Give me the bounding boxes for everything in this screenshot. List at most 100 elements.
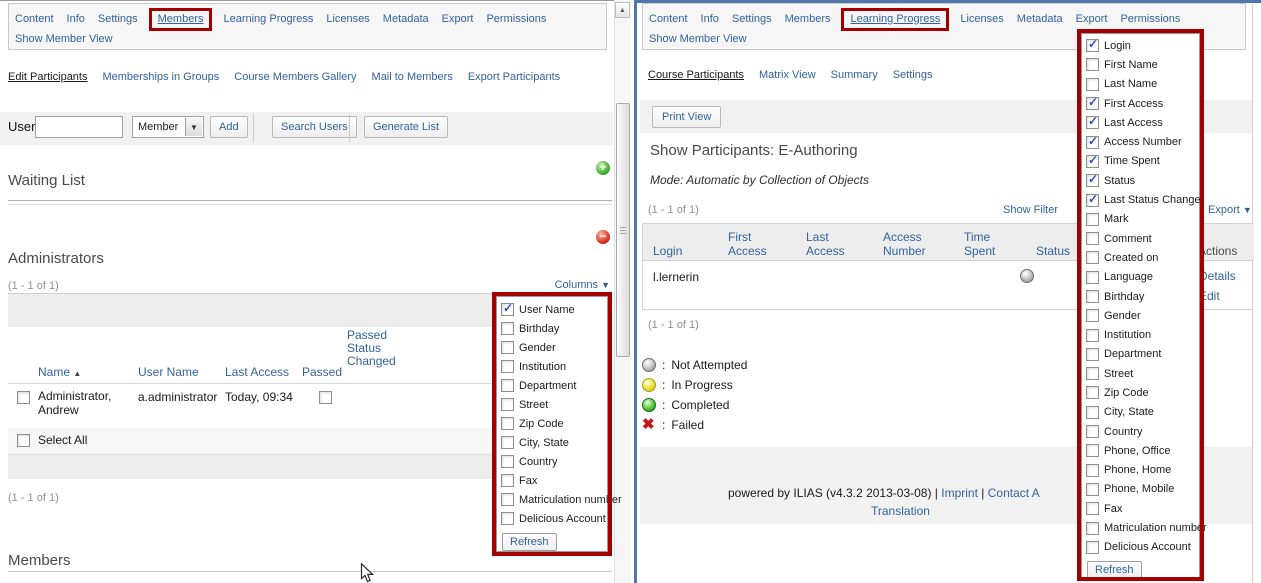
add-button[interactable]: Add: [210, 116, 248, 138]
add-plus-icon[interactable]: +: [596, 161, 610, 175]
subtab-mail-to-members[interactable]: Mail to Members: [372, 71, 453, 83]
checkbox[interactable]: [501, 379, 514, 392]
checkbox[interactable]: [1086, 483, 1099, 496]
role-select[interactable]: Member ▼: [132, 116, 204, 138]
column-option-birthday[interactable]: Birthday: [1082, 287, 1199, 306]
columns-link[interactable]: Columns: [555, 279, 598, 291]
subtab-edit-participants[interactable]: Edit Participants: [8, 71, 87, 83]
checkbox[interactable]: [501, 322, 514, 335]
tab-info[interactable]: Info: [701, 13, 719, 25]
column-option-login[interactable]: Login: [1082, 36, 1199, 55]
column-option-last-access[interactable]: Last Access: [1082, 113, 1199, 132]
checkbox[interactable]: [501, 398, 514, 411]
checkbox[interactable]: [501, 512, 514, 525]
lp-col-header-first-access[interactable]: FirstAccess: [728, 230, 767, 258]
refresh-button[interactable]: Refresh: [502, 533, 557, 551]
tab-info[interactable]: Info: [67, 13, 85, 25]
translation-link[interactable]: Translation: [871, 504, 930, 518]
column-option-institution[interactable]: Institution: [1082, 325, 1199, 344]
row-checkbox[interactable]: [17, 391, 30, 404]
subtab-settings[interactable]: Settings: [893, 69, 933, 81]
checkbox[interactable]: [1086, 386, 1099, 399]
tab-members[interactable]: Members: [149, 8, 213, 31]
column-option-status[interactable]: Status: [1082, 171, 1199, 190]
column-option-last-status-change[interactable]: Last Status Change: [1082, 190, 1199, 209]
right-show-member-view-link[interactable]: Show Member View: [649, 33, 747, 45]
checkbox[interactable]: [501, 303, 514, 316]
checkbox[interactable]: [1086, 174, 1099, 187]
imprint-link[interactable]: Imprint: [941, 486, 978, 500]
scroll-up-icon[interactable]: ▲: [615, 2, 630, 18]
checkbox[interactable]: [1086, 232, 1099, 245]
search-users-button[interactable]: Search Users: [272, 116, 357, 138]
checkbox[interactable]: [1086, 213, 1099, 226]
checkbox[interactable]: [1086, 97, 1099, 110]
print-view-button[interactable]: Print View: [652, 106, 721, 128]
tab-export[interactable]: Export: [1076, 13, 1108, 25]
tab-settings[interactable]: Settings: [98, 13, 138, 25]
refresh-button[interactable]: Refresh: [1087, 561, 1142, 579]
tab-content[interactable]: Content: [15, 13, 54, 25]
column-option-phone-mobile[interactable]: Phone, Mobile: [1082, 480, 1199, 499]
tab-members[interactable]: Members: [785, 13, 831, 25]
select-all-checkbox[interactable]: [17, 434, 30, 447]
column-option-created-on[interactable]: Created on: [1082, 248, 1199, 267]
subtab-summary[interactable]: Summary: [831, 69, 878, 81]
checkbox[interactable]: [1086, 348, 1099, 361]
checkbox[interactable]: [1086, 541, 1099, 554]
column-option-time-spent[interactable]: Time Spent: [1082, 152, 1199, 171]
checkbox[interactable]: [1086, 78, 1099, 91]
columns-dropdown-toggle[interactable]: Columns ▼: [470, 279, 610, 291]
tab-learning-progress[interactable]: Learning Progress: [841, 8, 949, 31]
checkbox[interactable]: [1086, 251, 1099, 264]
column-option-first-name[interactable]: First Name: [1082, 55, 1199, 74]
checkbox[interactable]: [1086, 329, 1099, 342]
column-option-language[interactable]: Language: [1082, 268, 1199, 287]
export-link[interactable]: Export: [1208, 204, 1240, 216]
chevron-down-icon[interactable]: ▼: [185, 118, 202, 136]
checkbox[interactable]: [1086, 290, 1099, 303]
left-show-member-view-link[interactable]: Show Member View: [15, 33, 113, 45]
tab-metadata[interactable]: Metadata: [383, 13, 429, 25]
col-header-name[interactable]: Name ▲: [38, 365, 81, 379]
checkbox[interactable]: [1086, 155, 1099, 168]
column-option-fax[interactable]: Fax: [497, 471, 607, 490]
checkbox[interactable]: [1086, 464, 1099, 477]
checkbox[interactable]: [1086, 502, 1099, 515]
tab-permissions[interactable]: Permissions: [486, 13, 546, 25]
checkbox[interactable]: [501, 474, 514, 487]
checkbox[interactable]: [1086, 136, 1099, 149]
column-option-phone-home[interactable]: Phone, Home: [1082, 461, 1199, 480]
column-option-access-number[interactable]: Access Number: [1082, 132, 1199, 151]
checkbox[interactable]: [1086, 309, 1099, 322]
column-option-gender[interactable]: Gender: [497, 338, 607, 357]
checkbox[interactable]: [1086, 271, 1099, 284]
checkbox[interactable]: [1086, 367, 1099, 380]
tab-learning-progress[interactable]: Learning Progress: [223, 13, 313, 25]
scrollbar-thumb[interactable]: [616, 103, 630, 357]
subtab-memberships-in-groups[interactable]: Memberships in Groups: [102, 71, 219, 83]
column-option-delicious-account[interactable]: Delicious Account: [497, 509, 607, 528]
column-option-birthday[interactable]: Birthday: [497, 319, 607, 338]
column-option-phone-office[interactable]: Phone, Office: [1082, 441, 1199, 460]
checkbox[interactable]: [501, 360, 514, 373]
tab-permissions[interactable]: Permissions: [1120, 13, 1180, 25]
checkbox[interactable]: [1086, 58, 1099, 71]
col-header-passed[interactable]: Passed: [302, 365, 342, 379]
checkbox[interactable]: [501, 341, 514, 354]
checkbox[interactable]: [1086, 39, 1099, 52]
checkbox[interactable]: [1086, 116, 1099, 129]
checkbox[interactable]: [1086, 194, 1099, 207]
checkbox[interactable]: [1086, 522, 1099, 535]
subtab-matrix-view[interactable]: Matrix View: [759, 69, 816, 81]
column-option-mark[interactable]: Mark: [1082, 210, 1199, 229]
edit-link[interactable]: Edit: [1199, 289, 1220, 303]
column-option-fax[interactable]: Fax: [1082, 499, 1199, 518]
col-header-user-name[interactable]: User Name: [138, 365, 199, 379]
lp-col-header-login[interactable]: Login: [653, 244, 682, 258]
column-option-first-access[interactable]: First Access: [1082, 94, 1199, 113]
passed-checkbox[interactable]: [319, 391, 332, 404]
column-option-last-name[interactable]: Last Name: [1082, 75, 1199, 94]
column-option-country[interactable]: Country: [1082, 422, 1199, 441]
tab-licenses[interactable]: Licenses: [960, 13, 1003, 25]
